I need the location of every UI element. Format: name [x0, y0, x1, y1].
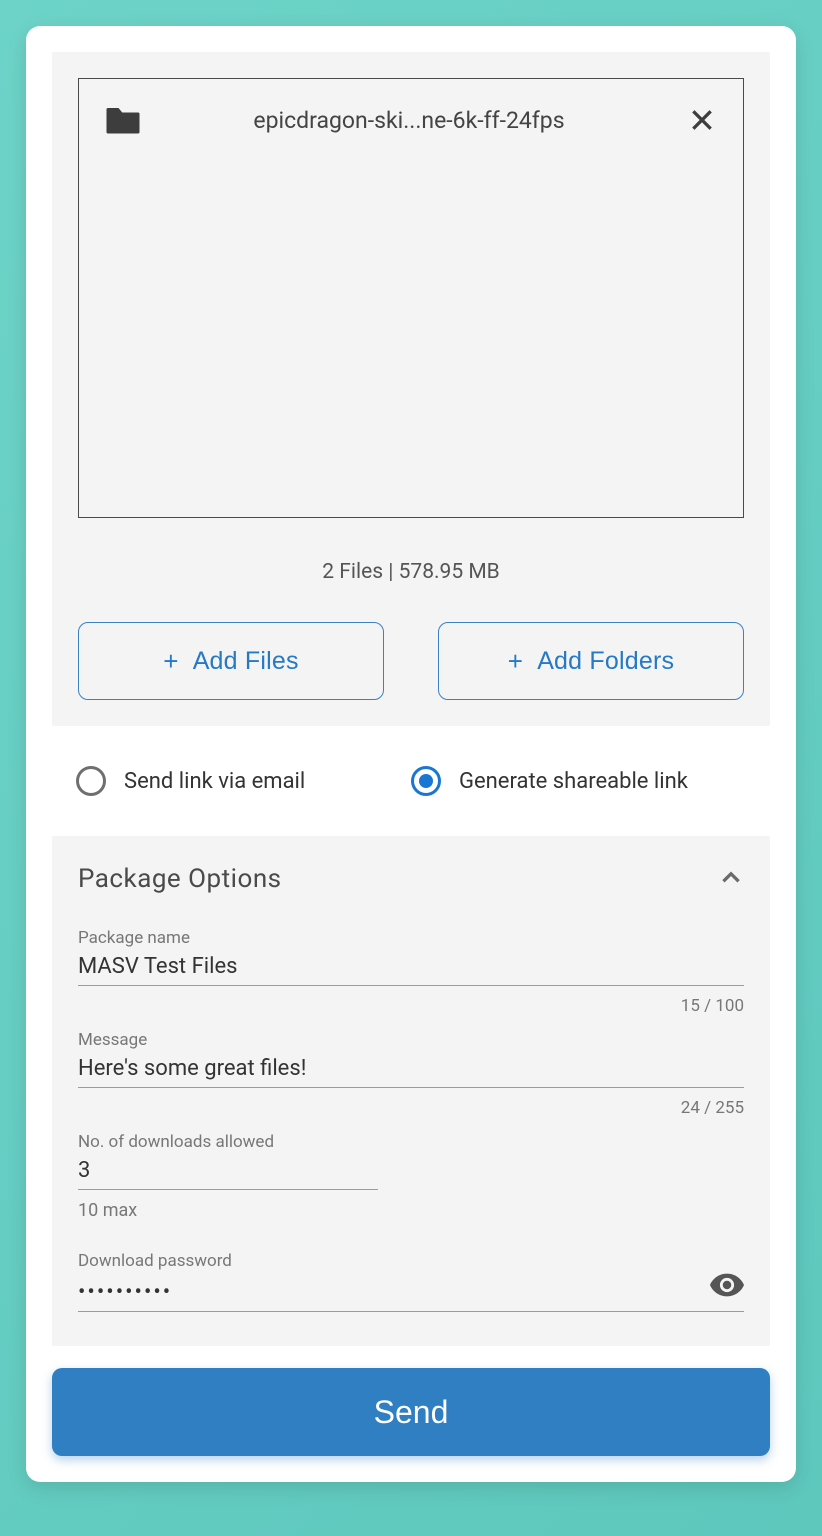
add-files-button[interactable]: + Add Files	[78, 622, 384, 700]
password-field: Download password	[78, 1251, 744, 1312]
add-folders-button[interactable]: + Add Folders	[438, 622, 744, 700]
remove-file-button[interactable]	[687, 105, 717, 135]
radio-generate-link[interactable]: Generate shareable link	[411, 766, 746, 796]
chevron-up-icon	[718, 864, 744, 894]
package-name-counter: 15 / 100	[78, 996, 744, 1016]
downloads-input[interactable]	[78, 1154, 378, 1190]
file-name: epicdragon-ski...ne-6k-ff-24fps	[161, 107, 667, 134]
radio-link-label: Generate shareable link	[459, 769, 688, 794]
add-buttons-row: + Add Files + Add Folders	[78, 622, 744, 700]
radio-send-email[interactable]: Send link via email	[76, 766, 411, 796]
downloads-field: No. of downloads allowed	[78, 1132, 744, 1190]
toggle-password-visibility[interactable]	[710, 1273, 744, 1301]
add-folders-label: Add Folders	[537, 647, 674, 676]
folder-icon	[105, 105, 141, 135]
add-files-label: Add Files	[193, 647, 299, 676]
share-mode-row: Send link via email Generate shareable l…	[52, 726, 770, 836]
password-label: Download password	[78, 1251, 744, 1271]
package-name-label: Package name	[78, 928, 744, 948]
radio-icon-unchecked	[76, 766, 106, 796]
package-name-input[interactable]	[78, 950, 744, 986]
file-item: epicdragon-ski...ne-6k-ff-24fps	[79, 97, 743, 143]
plus-icon: +	[163, 648, 178, 674]
file-list: epicdragon-ski...ne-6k-ff-24fps	[78, 78, 744, 518]
downloads-label: No. of downloads allowed	[78, 1132, 744, 1152]
password-input[interactable]	[78, 1280, 696, 1305]
package-name-field: Package name	[78, 928, 744, 986]
file-stats: 2 Files | 578.95 MB	[78, 560, 744, 584]
message-field: Message	[78, 1030, 744, 1088]
package-options-title: Package Options	[78, 864, 282, 894]
plus-icon: +	[508, 648, 523, 674]
package-options-toggle[interactable]: Package Options	[78, 864, 744, 894]
message-counter: 24 / 255	[78, 1098, 744, 1118]
package-options-panel: Package Options Package name 15 / 100 Me…	[52, 836, 770, 1346]
radio-email-label: Send link via email	[124, 769, 305, 794]
message-input[interactable]	[78, 1052, 744, 1088]
radio-dot	[419, 774, 433, 788]
file-pane: epicdragon-ski...ne-6k-ff-24fps 2 Files …	[52, 52, 770, 726]
upload-card: epicdragon-ski...ne-6k-ff-24fps 2 Files …	[26, 26, 796, 1482]
radio-icon-checked	[411, 766, 441, 796]
send-label: Send	[374, 1394, 449, 1430]
message-label: Message	[78, 1030, 744, 1050]
send-button[interactable]: Send	[52, 1368, 770, 1456]
downloads-helper: 10 max	[78, 1200, 744, 1221]
